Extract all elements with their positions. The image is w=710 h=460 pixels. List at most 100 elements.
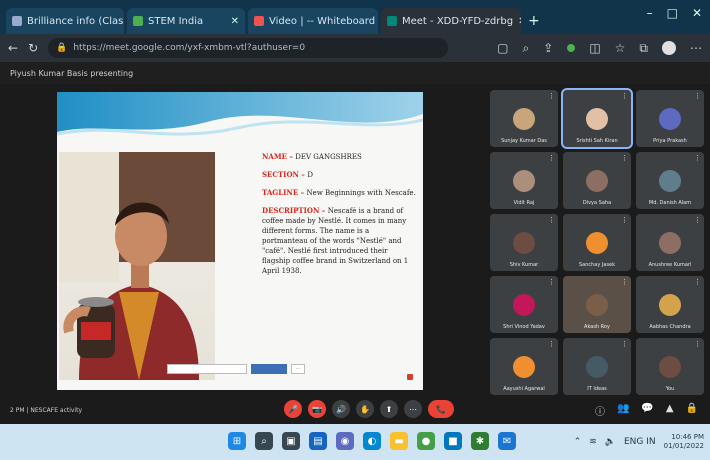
- windows-taskbar: ⊞ ⌕ ▣ ▤ ◉ ◐ ▬ ● ■ ✱ ✉ ⌃ ≋ 🔈 ENG IN 10:46 PM 01/01/…: [0, 424, 710, 460]
- chrome-icon[interactable]: ●: [417, 432, 435, 450]
- slide-footer-input[interactable]: [167, 364, 247, 374]
- store-icon[interactable]: ■: [444, 432, 462, 450]
- tile-menu-icon[interactable]: ⋮: [621, 154, 628, 162]
- participant-tile[interactable]: ⋮ Srishti Sah Kiran: [561, 88, 633, 149]
- tab-brilliance[interactable]: Brilliance info (Class) ✕: [6, 8, 124, 34]
- present-button[interactable]: ⬆: [380, 400, 398, 418]
- close-tab-icon[interactable]: ✕: [518, 16, 521, 27]
- tile-menu-icon[interactable]: ⋮: [694, 92, 701, 100]
- tab-stem[interactable]: STEM India ✕: [127, 8, 245, 34]
- activities-icon[interactable]: ▲: [666, 403, 674, 418]
- chat-icon[interactable]: 💬: [641, 403, 653, 418]
- profile-icon[interactable]: [662, 41, 676, 55]
- task-view-icon[interactable]: ▣: [282, 432, 300, 450]
- tile-menu-icon[interactable]: ⋮: [548, 92, 555, 100]
- windows-icon[interactable]: ⊞: [228, 432, 246, 450]
- settings-icon[interactable]: ✱: [471, 432, 489, 450]
- participant-tile[interactable]: ⋮ Sunjay Kumar Das: [490, 90, 558, 147]
- widgets-icon[interactable]: ▤: [309, 432, 327, 450]
- edge-icon[interactable]: ◐: [363, 432, 381, 450]
- url-field[interactable]: 🔒 https://meet.google.com/yxf-xmbm-vtl?a…: [48, 38, 449, 58]
- participant-tile[interactable]: ⋮ Priya Prakash: [636, 90, 704, 147]
- tile-menu-icon[interactable]: ⋮: [694, 154, 701, 162]
- share-icon[interactable]: ⇪: [543, 41, 553, 55]
- participant-name: Shri Vinod Yadav: [503, 324, 545, 330]
- info-icon[interactable]: ⓘ: [595, 403, 605, 418]
- chevron-up-icon[interactable]: ⌃: [574, 437, 582, 447]
- tile-menu-icon[interactable]: ⋮: [548, 340, 555, 348]
- tagline-value: New Beginnings with Nescafe.: [306, 189, 416, 197]
- participant-tile[interactable]: ⋮ Akash Roy: [563, 276, 631, 333]
- slide-footer-more-button[interactable]: ⋯: [291, 364, 305, 374]
- minimize-button[interactable]: –: [647, 6, 653, 20]
- participant-tile[interactable]: ⋮ Md. Danish Alam: [636, 152, 704, 209]
- more-options-button[interactable]: ⋯: [404, 400, 422, 418]
- zoom-icon[interactable]: ⌕: [523, 41, 530, 56]
- tile-menu-icon[interactable]: ⋮: [694, 216, 701, 224]
- close-window-button[interactable]: ✕: [692, 6, 702, 20]
- presentation-slide[interactable]: NAME – DEV GANGSHRES SECTION – D TAGLINE…: [57, 92, 423, 390]
- back-icon[interactable]: ←: [8, 41, 18, 55]
- raise-hand-button[interactable]: ✋: [356, 400, 374, 418]
- participant-tile[interactable]: ⋮ Aabhas Chandra: [636, 276, 704, 333]
- recording-indicator-icon[interactable]: [567, 44, 576, 52]
- tile-menu-icon[interactable]: ⋮: [548, 278, 555, 286]
- tile-menu-icon[interactable]: ⋮: [694, 340, 701, 348]
- participant-tile[interactable]: ⋮ Aayushi Agarwal: [490, 338, 558, 395]
- camera-indicator-icon[interactable]: ▢: [497, 41, 508, 55]
- reload-icon[interactable]: ↻: [28, 41, 38, 55]
- participant-name: You: [665, 386, 675, 392]
- slide-footer-button[interactable]: [251, 364, 287, 374]
- explorer-icon[interactable]: ▬: [390, 432, 408, 450]
- participant-avatar: [659, 294, 681, 316]
- participant-tile[interactable]: ⋮ Shiv Kumar: [490, 214, 558, 271]
- tile-menu-icon[interactable]: ⋮: [694, 278, 701, 286]
- participant-tile[interactable]: ⋮ Sanchay Jasek: [563, 214, 631, 271]
- volume-icon[interactable]: 🔈: [605, 437, 616, 447]
- tile-menu-icon[interactable]: ⋮: [548, 216, 555, 224]
- wifi-icon[interactable]: ≋: [589, 437, 597, 447]
- menu-icon[interactable]: ⋯: [690, 41, 702, 55]
- participant-name: Priya Prakash: [653, 138, 687, 144]
- new-tab-button[interactable]: +: [528, 8, 540, 34]
- clock[interactable]: 10:46 PM 01/01/2022: [664, 433, 704, 451]
- tab-favicon-icon: [387, 16, 397, 26]
- favorites-icon[interactable]: ☆: [615, 41, 626, 55]
- slide-name-line: NAME – DEV GANGSHRES: [262, 152, 362, 161]
- mail-icon[interactable]: ✉: [498, 432, 516, 450]
- tab-meet[interactable]: Meet - XDD-YFD-zdrbg ✕: [381, 8, 521, 34]
- tile-menu-icon[interactable]: ⋮: [621, 278, 628, 286]
- mic-button[interactable]: 🎤: [284, 400, 302, 418]
- tile-menu-icon[interactable]: ⋮: [621, 92, 628, 100]
- maximize-button[interactable]: □: [667, 6, 678, 20]
- tile-menu-icon[interactable]: ⋮: [621, 216, 628, 224]
- participant-avatar: [586, 356, 608, 378]
- people-icon[interactable]: 👥: [617, 403, 629, 418]
- lock-icon[interactable]: 🔒: [686, 403, 698, 418]
- participant-grid: ⋮ Sunjay Kumar Das ⋮ Srishti Sah Kiran ⋮ Priy…: [490, 88, 706, 395]
- participant-tile[interactable]: ⋮ Shri Vinod Yadav: [490, 276, 558, 333]
- extensions-icon[interactable]: ◫: [589, 41, 600, 55]
- tab-label: Video | -- Whiteboard (2024): [269, 15, 378, 27]
- participant-avatar: [513, 232, 535, 254]
- participant-avatar: [659, 232, 681, 254]
- participant-tile[interactable]: ⋮ Divya Saha: [563, 152, 631, 209]
- collections-icon[interactable]: ⧉: [639, 41, 648, 56]
- meeting-side-tools: ⓘ 👥 💬 ▲ 🔒: [595, 403, 698, 418]
- participant-name: Anushree Kumari: [648, 262, 692, 268]
- tab-label: Meet - XDD-YFD-zdrbg: [402, 15, 514, 27]
- participant-tile[interactable]: ⋮ IT Ideas: [563, 338, 631, 395]
- search-icon[interactable]: ⌕: [255, 432, 273, 450]
- captions-button[interactable]: 🔊: [332, 400, 350, 418]
- language-indicator[interactable]: ENG IN: [624, 437, 656, 447]
- participant-tile[interactable]: ⋮ Vidit Raj: [490, 152, 558, 209]
- tile-menu-icon[interactable]: ⋮: [548, 154, 555, 162]
- chat-icon[interactable]: ◉: [336, 432, 354, 450]
- close-tab-icon[interactable]: ✕: [231, 16, 239, 27]
- tile-menu-icon[interactable]: ⋮: [621, 340, 628, 348]
- participant-tile[interactable]: ⋮ Anushree Kumari: [636, 214, 704, 271]
- end-call-button[interactable]: 📞: [428, 400, 454, 418]
- participant-tile[interactable]: ⋮ You: [636, 338, 704, 395]
- tab-video[interactable]: Video | -- Whiteboard (2024) ✕: [248, 8, 378, 34]
- camera-button[interactable]: 📷: [308, 400, 326, 418]
